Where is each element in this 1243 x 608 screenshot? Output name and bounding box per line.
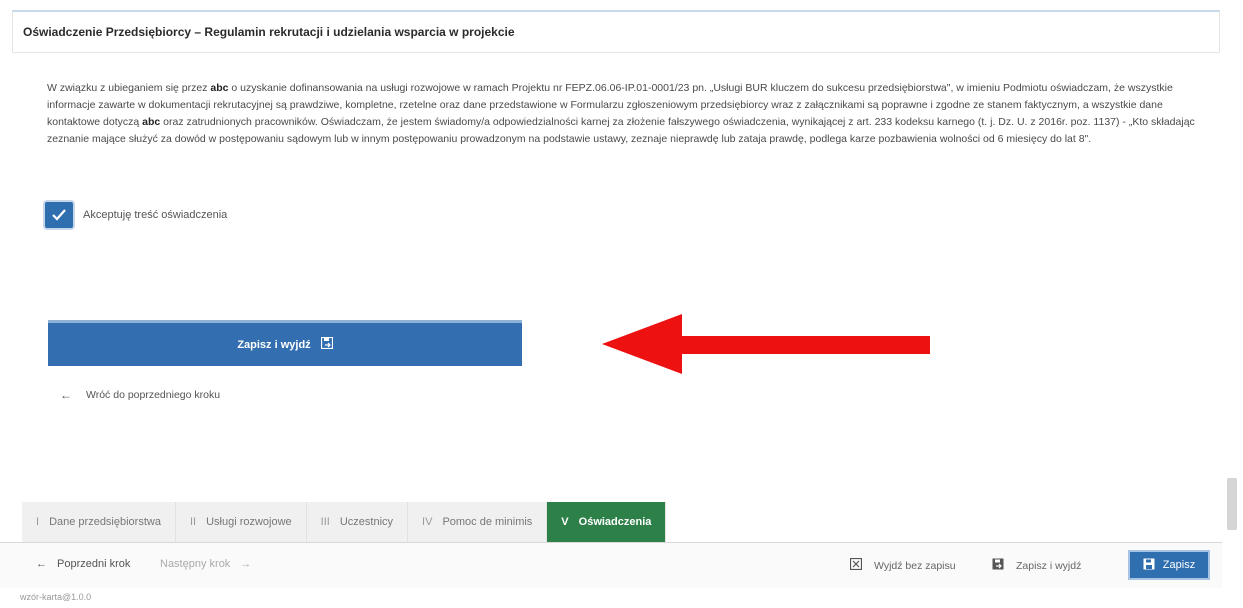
tab-company-data[interactable]: I Dane przedsiębiorstwa bbox=[22, 502, 176, 542]
arrow-right-icon: → bbox=[240, 558, 252, 570]
footer-toolbar: ← Poprzedni krok Następny krok → Wyjdź b… bbox=[0, 542, 1222, 588]
back-link-label: Wróć do poprzedniego kroku bbox=[86, 389, 221, 401]
company-name: abc bbox=[210, 82, 229, 94]
declaration-part-3: oraz zatrudnionych pracowników. Oświadcz… bbox=[47, 116, 1195, 145]
tab-de-minimis[interactable]: IV Pomoc de minimis bbox=[408, 502, 548, 542]
tab-number: I bbox=[36, 516, 40, 528]
arrow-left-icon: ← bbox=[36, 558, 47, 570]
version-label: wzór-karta@1.0.0 bbox=[20, 592, 92, 602]
save-exit-icon bbox=[992, 558, 1004, 573]
tab-number: IV bbox=[422, 516, 433, 528]
company-name: abc bbox=[142, 116, 161, 128]
tab-declarations[interactable]: V Oświadczenia bbox=[547, 502, 667, 542]
accept-declaration-checkbox[interactable] bbox=[45, 202, 73, 228]
section-title: Oświadczenie Przedsiębiorcy – Regulamin … bbox=[23, 25, 515, 39]
arrow-left-icon: ← bbox=[60, 388, 72, 402]
exit-without-saving-label: Wyjdź bez zapisu bbox=[874, 559, 956, 572]
save-button[interactable]: Zapisz bbox=[1128, 550, 1210, 580]
save-and-exit-button[interactable]: Zapisz i wyjdź bbox=[48, 320, 522, 366]
checkmark-icon bbox=[52, 209, 66, 221]
section-header: Oświadczenie Przedsiębiorcy – Regulamin … bbox=[12, 10, 1220, 52]
save-and-exit-label: Zapisz i wyjdź bbox=[237, 338, 311, 351]
save-label: Zapisz bbox=[1162, 559, 1196, 571]
tab-number: III bbox=[320, 516, 330, 528]
floppy-disk-icon bbox=[1143, 558, 1155, 573]
red-arrow-icon bbox=[602, 314, 930, 374]
previous-step-button[interactable]: ← Poprzedni krok bbox=[36, 558, 130, 570]
step-tabs: I Dane przedsiębiorstwa II Usługi rozwoj… bbox=[22, 502, 667, 542]
tab-label: Usługi rozwojowe bbox=[206, 516, 292, 528]
tab-label: Oświadczenia bbox=[578, 516, 652, 528]
previous-step-label: Poprzedni krok bbox=[57, 558, 131, 570]
tab-number: II bbox=[189, 516, 197, 528]
next-step-label: Następny krok bbox=[160, 558, 231, 570]
declaration-part-1: W związku z ubieganiem się przez bbox=[47, 82, 211, 94]
save-exit-icon bbox=[320, 336, 333, 352]
declaration-text: W związku z ubieganiem się przez abc o u… bbox=[47, 80, 1197, 148]
close-box-icon bbox=[849, 557, 863, 573]
divider bbox=[12, 52, 1220, 53]
accept-declaration-label: Akceptuję treść oświadczenia bbox=[83, 209, 228, 221]
scrollbar-thumb[interactable] bbox=[1227, 478, 1237, 530]
tab-development-services[interactable]: II Usługi rozwojowe bbox=[175, 502, 307, 542]
save-and-exit-footer-label: Zapisz i wyjdź bbox=[1016, 559, 1082, 572]
back-to-previous-step-link[interactable]: ← Wróć do poprzedniego kroku bbox=[60, 388, 220, 402]
exit-without-saving-button[interactable]: Wyjdź bez zapisu bbox=[849, 557, 956, 573]
tab-label: Uczestnicy bbox=[339, 516, 394, 528]
tab-label: Pomoc de minimis bbox=[442, 516, 533, 528]
next-step-button[interactable]: Następny krok → bbox=[160, 558, 251, 570]
accept-declaration-row[interactable]: Akceptuję treść oświadczenia bbox=[45, 202, 227, 228]
tab-number: V bbox=[561, 516, 569, 528]
save-and-exit-footer-button[interactable]: Zapisz i wyjdź bbox=[992, 558, 1081, 573]
tab-label: Dane przedsiębiorstwa bbox=[49, 516, 161, 528]
tab-participants[interactable]: III Uczestnicy bbox=[306, 502, 409, 542]
